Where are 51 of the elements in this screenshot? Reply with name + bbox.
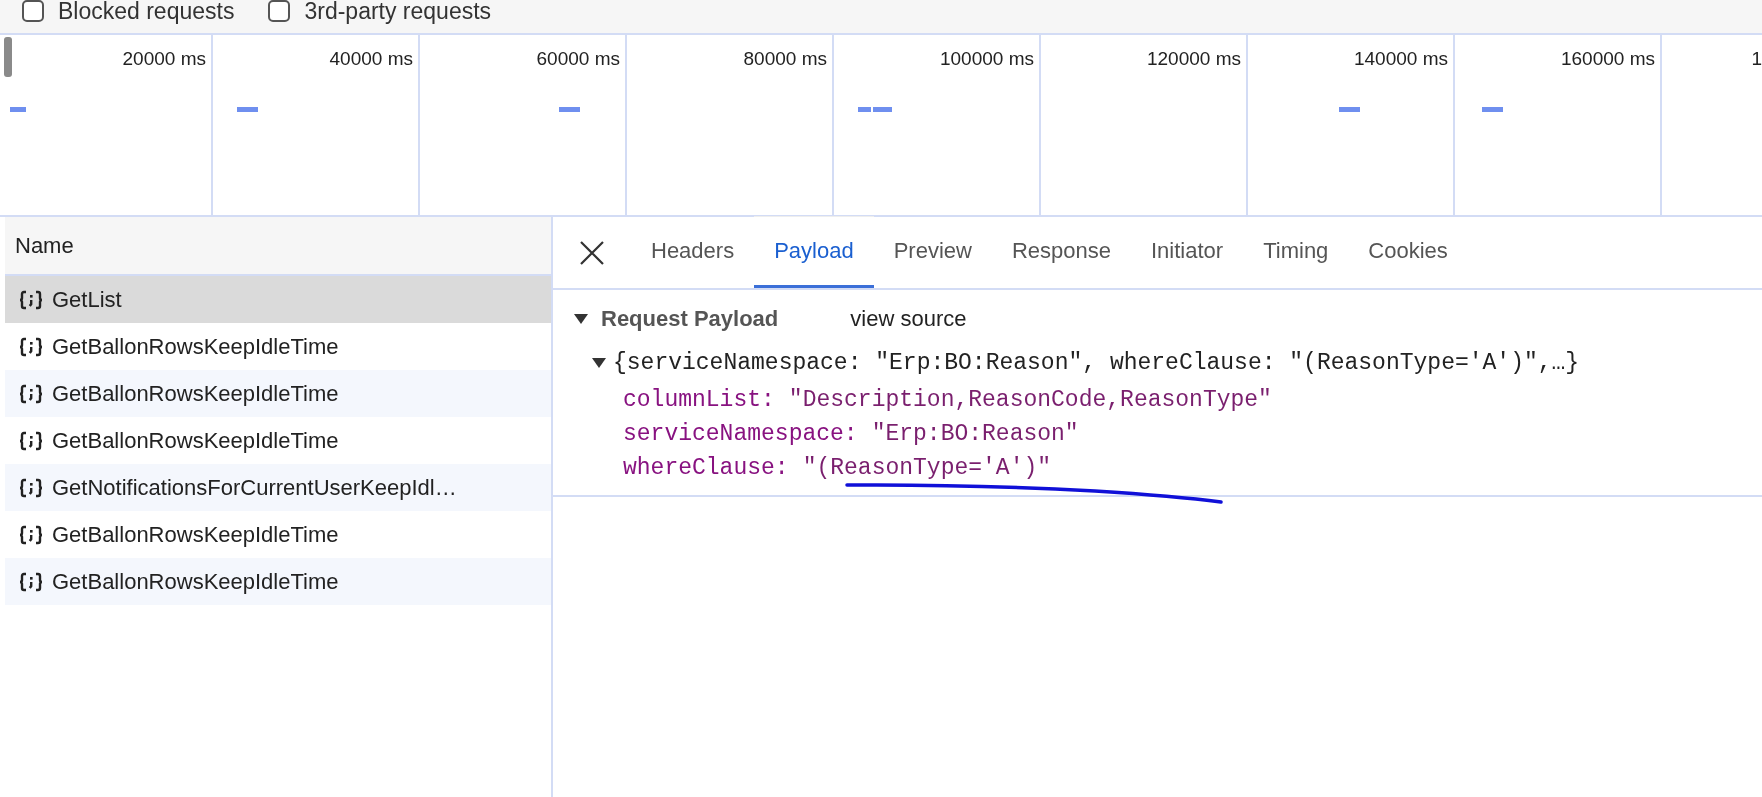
property-value: "Description,ReasonCode,ReasonType": [788, 387, 1272, 413]
time-tick-label: 120000 ms: [1147, 48, 1241, 71]
request-name: GetBallonRowsKeepIdleTime: [52, 427, 339, 454]
request-name: GetBallonRowsKeepIdleTime: [52, 521, 339, 548]
braces-icon: [19, 383, 43, 404]
braces-icon: [19, 571, 43, 592]
request-name: GetBallonRowsKeepIdleTime: [52, 568, 339, 595]
request-row[interactable]: GetBallonRowsKeepIdleTime: [5, 370, 551, 417]
braces-icon: [19, 477, 43, 498]
column-header[interactable]: Name: [5, 217, 551, 276]
checkbox[interactable]: [268, 0, 291, 22]
property-value: "Erp:BO:Reason": [871, 421, 1079, 447]
request-name: GetBallonRowsKeepIdleTime: [52, 380, 339, 407]
request-name: GetBallonRowsKeepIdleTime: [52, 333, 339, 360]
object-summary: {serviceNamespace: "Erp:BO:Reason", whereClause: "(ReasonType='A')",…}: [613, 350, 1580, 376]
range-handle[interactable]: [4, 37, 12, 77]
property-key: whereClause:: [623, 455, 789, 481]
time-tick-label: 20000 ms: [122, 48, 206, 71]
request-row[interactable]: GetList: [5, 276, 551, 323]
checkbox[interactable]: [22, 0, 44, 22]
request-row[interactable]: GetNotificationsForCurrentUserKeepIdl…: [5, 464, 551, 511]
braces-icon: [19, 430, 43, 451]
tab[interactable]: Cookies: [1348, 217, 1468, 288]
braces-icon: [19, 336, 43, 357]
braces-icon: [19, 289, 43, 310]
time-tick-label: 80000 ms: [743, 48, 827, 71]
expand-triangle-icon[interactable]: [591, 357, 607, 369]
time-tick-label: 1: [1751, 48, 1762, 71]
tab[interactable]: Initiator: [1131, 217, 1244, 288]
time-tick-label: 40000 ms: [329, 48, 413, 71]
time-tick-label: 100000 ms: [940, 48, 1034, 71]
request-row[interactable]: GetBallonRowsKeepIdleTime: [5, 558, 551, 605]
property-key: columnList:: [623, 387, 775, 413]
filter-label: Blocked requests: [58, 0, 235, 24]
property-value: "(ReasonType='A')": [802, 455, 1052, 481]
section-title: Request Payload: [601, 306, 779, 332]
expand-triangle-icon[interactable]: [573, 313, 589, 325]
time-tick-label: 160000 ms: [1561, 48, 1655, 71]
request-name: GetList: [52, 286, 122, 313]
close-icon[interactable]: [579, 239, 605, 266]
tab[interactable]: Headers: [631, 217, 755, 288]
filter-label: 3rd-party requests: [304, 0, 492, 24]
tab[interactable]: Response: [991, 217, 1131, 288]
time-tick-label: 60000 ms: [536, 48, 620, 71]
request-name: GetNotificationsForCurrentUserKeepIdl…: [52, 474, 457, 501]
tab[interactable]: Timing: [1243, 217, 1349, 288]
view-source-link[interactable]: view source: [850, 306, 967, 332]
time-tick-label: 140000 ms: [1354, 48, 1448, 71]
braces-icon: [19, 524, 43, 545]
property-key: serviceNamespace:: [623, 421, 858, 447]
tab[interactable]: Preview: [873, 217, 992, 288]
